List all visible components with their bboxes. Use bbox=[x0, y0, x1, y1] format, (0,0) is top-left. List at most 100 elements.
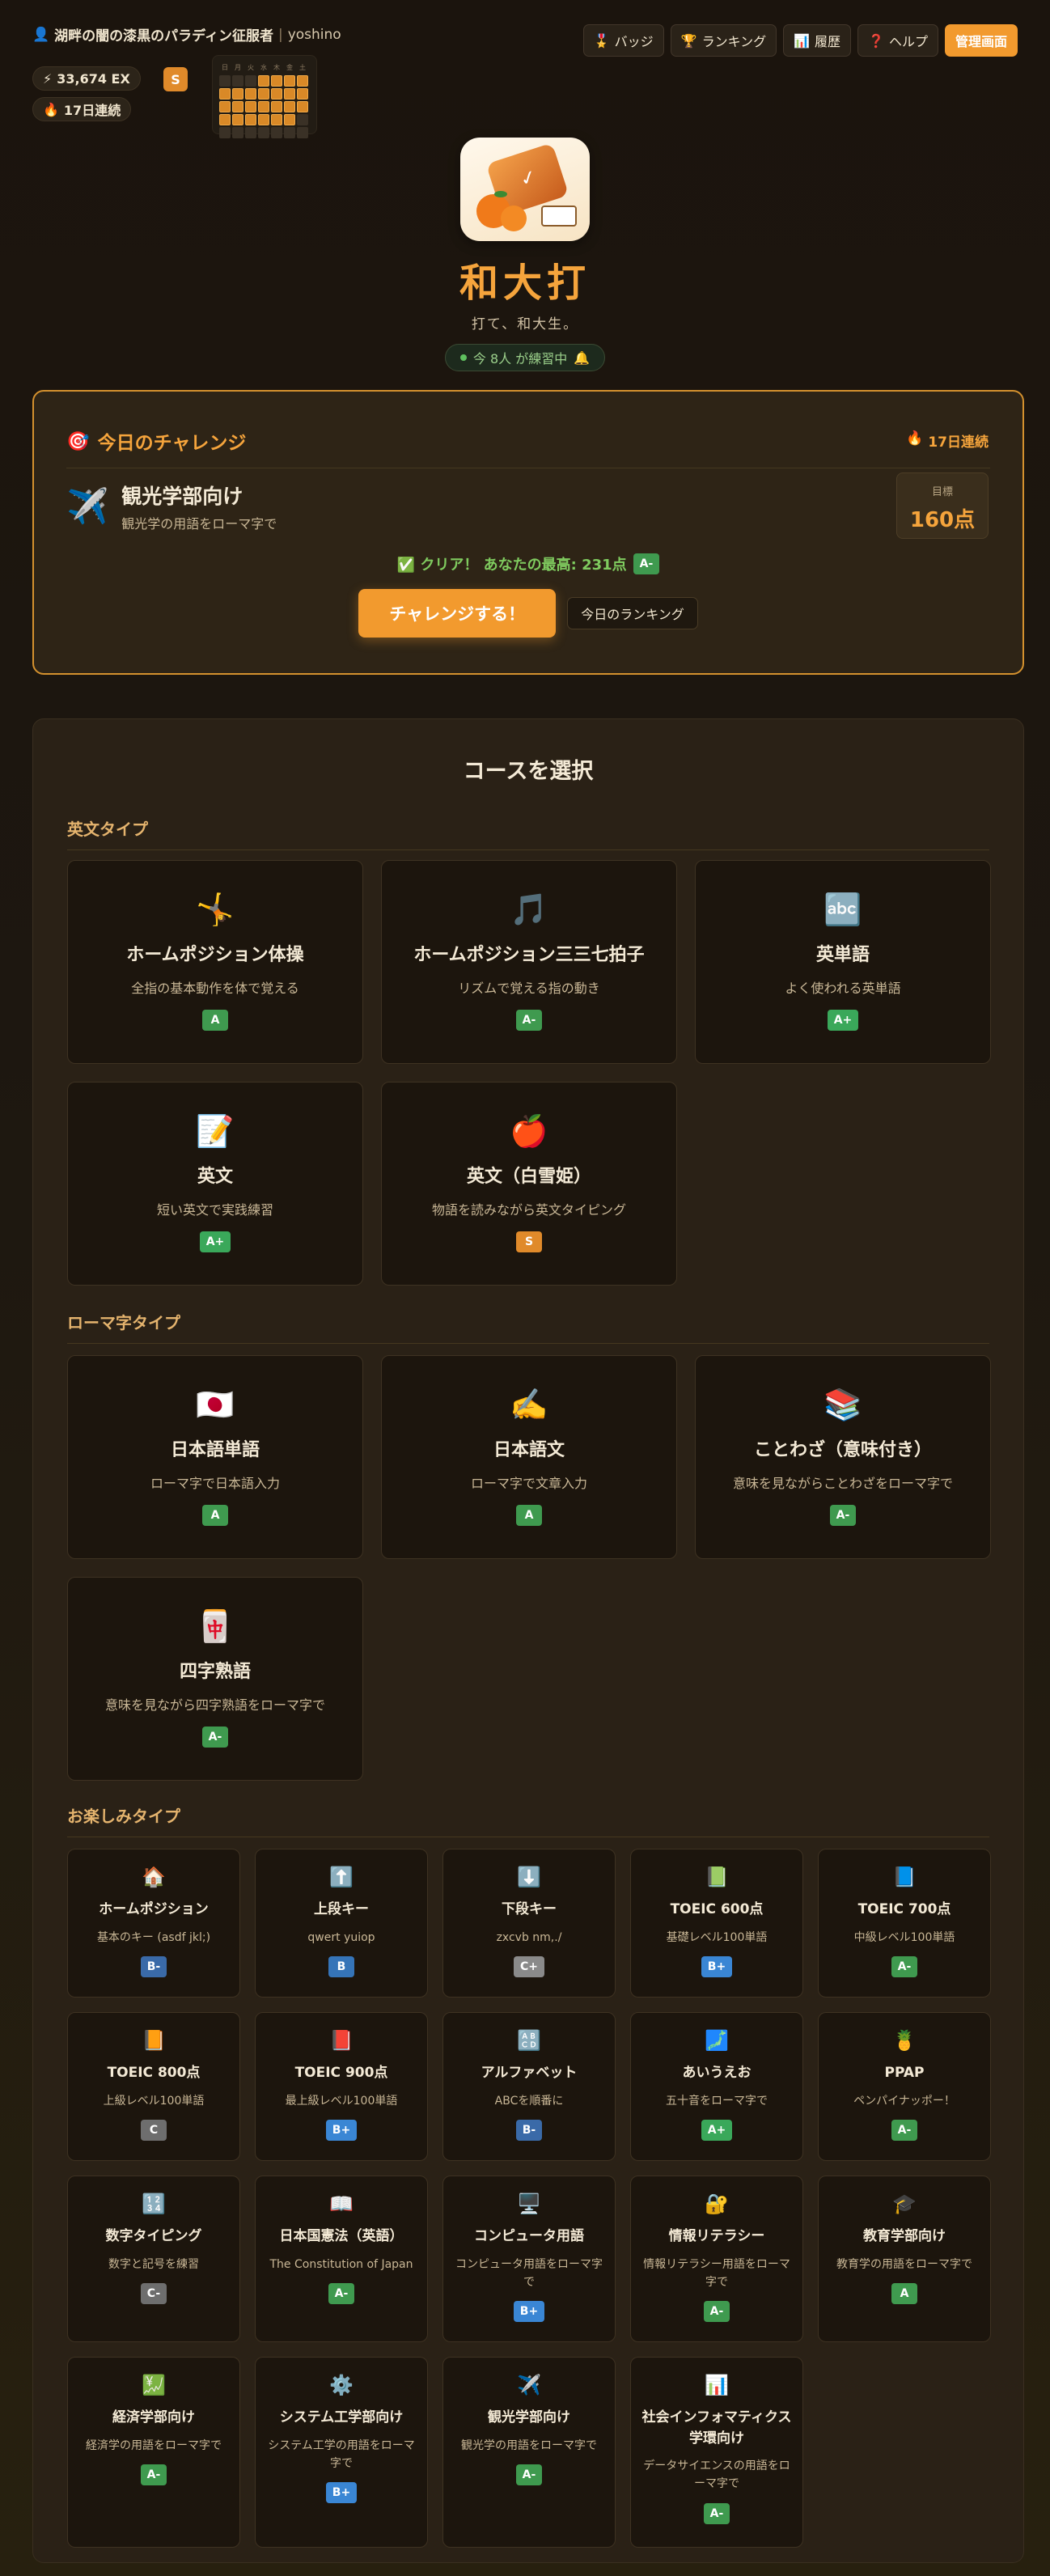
nav-help-button[interactable]: ❓ ヘルプ bbox=[857, 24, 938, 57]
course-card[interactable]: 📘 TOEIC 700点 中級レベル100単語 A- bbox=[818, 1849, 991, 1998]
challenge-streak: 🔥 17日連続 bbox=[906, 430, 989, 451]
course-card[interactable]: ⬆️ 上段キー qwert yuiop B bbox=[255, 1849, 428, 1998]
grade-badge: A bbox=[202, 1505, 228, 1526]
course-card[interactable]: 📖 日本国憲法（英語） The Constitution of Japan A- bbox=[255, 2176, 428, 2342]
nav-badges-label: バッジ bbox=[614, 34, 654, 49]
start-challenge-button[interactable]: チャレンジする！ bbox=[358, 589, 557, 638]
course-card[interactable]: ⚙️ システム工学部向け システム工学の用語をローマ字で B+ bbox=[255, 2357, 428, 2548]
course-card[interactable]: 📕 TOEIC 900点 最上級レベル100単語 B+ bbox=[255, 2012, 428, 2161]
admin-button[interactable]: 管理画面 bbox=[944, 24, 1018, 57]
grade-wrapper: B- bbox=[76, 1955, 231, 1977]
course-icon: ⬆️ bbox=[329, 1866, 354, 1888]
course-card[interactable]: ✍️ 日本語文 ローマ字で文章入力 A bbox=[381, 1355, 677, 1559]
heatmap-cell bbox=[297, 101, 308, 112]
goal-value: 160点 bbox=[909, 508, 976, 532]
nav-ranking-button[interactable]: 🏆 ランキング bbox=[670, 24, 777, 57]
course-description: 中級レベル100単語 bbox=[853, 1930, 955, 1944]
course-card[interactable]: 🔠 アルファベット ABCを順番に B- bbox=[442, 2012, 616, 2161]
heatmap-cell bbox=[219, 75, 231, 87]
grade-wrapper: A- bbox=[639, 2301, 794, 2323]
grade-badge: A- bbox=[891, 1955, 918, 1977]
course-description: The Constitution of Japan bbox=[269, 2257, 413, 2271]
heatmap-cell bbox=[245, 101, 256, 112]
grade-wrapper: A bbox=[68, 1505, 362, 1526]
nav-history-button[interactable]: 📊 履歴 bbox=[783, 24, 852, 57]
course-description: 基礎レベル100単語 bbox=[666, 1930, 768, 1944]
courses-title: コースを選択 bbox=[463, 759, 594, 784]
course-description: 情報リテラシー用語をローマ字で bbox=[643, 2257, 790, 2289]
ex-points: 33,674 EX bbox=[57, 70, 130, 87]
course-card[interactable]: 📊 社会インフォマティクス学環向け データサイエンスの用語をローマ字で A- bbox=[630, 2357, 803, 2548]
bell-icon[interactable]: 🔔 bbox=[574, 350, 590, 366]
grade-badge: A- bbox=[829, 1505, 857, 1526]
heatmap-cell bbox=[219, 127, 231, 138]
grade-wrapper: C+ bbox=[451, 1955, 607, 1977]
heatmap-cell bbox=[284, 101, 295, 112]
airplane-icon: ✈️ bbox=[66, 486, 109, 526]
grade-wrapper: B- bbox=[451, 2119, 607, 2141]
course-card[interactable]: 💹 経済学部向け 経済学の用語をローマ字で A- bbox=[67, 2357, 240, 2548]
course-card[interactable]: 🀄 四字熟語 意味を見ながら四字熟語をローマ字で A- bbox=[67, 1577, 363, 1781]
ranking-icon: 🏆 bbox=[680, 32, 697, 49]
course-card[interactable]: 📙 TOEIC 800点 上級レベル100単語 C bbox=[67, 2012, 240, 2161]
course-card[interactable]: 📚 ことわざ（意味付き） 意味を見ながらことわざをローマ字で A- bbox=[695, 1355, 991, 1559]
course-card[interactable]: 🗾 あいうえお 五十音をローマ字で A+ bbox=[630, 2012, 803, 2161]
course-card[interactable]: ⬇️ 下段キー zxcvb nm,./ C+ bbox=[442, 1849, 616, 1998]
daily-challenge-panel: 🎯 今日のチャレンジ 🔥 17日連続 ✈️ 観光学部向け 観光学の用語をローマ字… bbox=[32, 390, 1024, 675]
heatmap-cell bbox=[271, 75, 282, 87]
course-card[interactable]: 🇯🇵 日本語単語 ローマ字で日本語入力 A bbox=[67, 1355, 363, 1559]
heatmap-cell bbox=[297, 127, 308, 138]
challenge-course-title: 観光学部向け bbox=[121, 485, 243, 508]
app-logo: ✓ bbox=[460, 138, 590, 241]
heatmap-cell bbox=[258, 88, 269, 100]
heatmap-cell bbox=[271, 114, 282, 125]
course-description: 五十音をローマ字で bbox=[666, 2094, 768, 2108]
fire-icon: 🔥 bbox=[43, 101, 59, 117]
course-title: ホームポジション三三七拍子 bbox=[413, 945, 645, 965]
heatmap-cell bbox=[232, 127, 243, 138]
heatmap-cell bbox=[284, 114, 295, 125]
grade-wrapper: S bbox=[382, 1231, 676, 1252]
today-ranking-button[interactable]: 今日のランキング bbox=[567, 597, 698, 629]
app-title: 和大打 bbox=[459, 261, 591, 306]
course-card[interactable]: 📗 TOEIC 600点 基礎レベル100単語 B+ bbox=[630, 1849, 803, 1998]
badges-icon: 🎖️ bbox=[593, 32, 610, 49]
nav-badges-button[interactable]: 🎖️ バッジ bbox=[582, 24, 664, 57]
heatmap-day-header: 月 bbox=[235, 64, 241, 71]
heatmap-cell bbox=[271, 101, 282, 112]
online-status: 今 8人 が練習中 🔔 bbox=[444, 344, 606, 371]
course-card[interactable]: 🔐 情報リテラシー 情報リテラシー用語をローマ字で A- bbox=[630, 2176, 803, 2342]
course-title: 経済学部向け bbox=[112, 2409, 195, 2426]
course-card[interactable]: 🤸 ホームポジション体操 全指の基本動作を体で覚える A bbox=[67, 860, 363, 1064]
course-title: TOEIC 700点 bbox=[857, 1901, 951, 1917]
clear-text: ✅ クリア！ あなたの最高: 231点 bbox=[396, 557, 627, 574]
course-description: zxcvb nm,./ bbox=[496, 1930, 562, 1944]
course-icon: 🍍 bbox=[892, 2029, 917, 2052]
course-card[interactable]: 🎵 ホームポジション三三七拍子 リズムで覚える指の動き A- bbox=[381, 860, 677, 1064]
course-card[interactable]: 🎓 教育学部向け 教育学の用語をローマ字で A bbox=[818, 2176, 991, 2342]
grade-wrapper: B+ bbox=[451, 2301, 607, 2323]
course-icon: 📗 bbox=[705, 1866, 729, 1888]
nav-ranking-label: ランキング bbox=[701, 34, 767, 49]
course-description: 意味を見ながら四字熟語をローマ字で bbox=[104, 1697, 325, 1713]
grade-wrapper: A bbox=[68, 1010, 362, 1031]
course-title: システム工学部向け bbox=[279, 2409, 404, 2426]
grade-badge: A+ bbox=[199, 1231, 231, 1252]
grade-badge: A- bbox=[328, 2282, 355, 2304]
course-card[interactable]: 🏠 ホームポジション 基本のキー (asdf jkl;) B- bbox=[67, 1849, 240, 1998]
course-title: 教育学部向け bbox=[863, 2228, 946, 2244]
course-card[interactable]: 📝 英文 短い英文で実践練習 A+ bbox=[67, 1082, 363, 1286]
course-card[interactable]: 🖥️ コンピュータ用語 コンピュータ用語をローマ字で B+ bbox=[442, 2176, 616, 2342]
grade-badge: A- bbox=[515, 1010, 543, 1031]
challenge-course-desc: 観光学の用語をローマ字で bbox=[121, 516, 277, 532]
grade-badge: A- bbox=[891, 2119, 918, 2141]
course-card[interactable]: 🔢 数字タイピング 数字と記号を練習 C- bbox=[67, 2176, 240, 2342]
course-description: 経済学の用語をローマ字で bbox=[86, 2438, 222, 2452]
heatmap-cell bbox=[219, 88, 231, 100]
course-card[interactable]: 🍎 英文（白雪姫） 物語を読みながら英文タイピング S bbox=[381, 1082, 677, 1286]
course-card[interactable]: 🔤 英単語 よく使われる英単語 A+ bbox=[695, 860, 991, 1064]
course-card[interactable]: ✈️ 観光学部向け 観光学の用語をローマ字で A- bbox=[442, 2357, 616, 2548]
grade-wrapper: A bbox=[382, 1505, 676, 1526]
course-description: qwert yuiop bbox=[307, 1930, 375, 1944]
course-card[interactable]: 🍍 PPAP ペンパイナッポー！ A- bbox=[818, 2012, 991, 2161]
